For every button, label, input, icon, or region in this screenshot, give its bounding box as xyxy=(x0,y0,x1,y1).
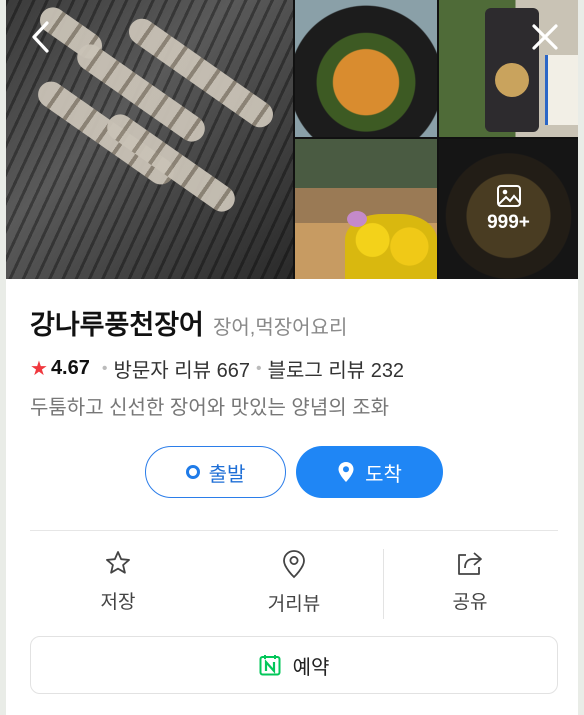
review-stats: ★ 4.67 • 방문자 리뷰 667 • 블로그 리뷰 232 xyxy=(30,354,404,383)
share-icon xyxy=(458,552,482,575)
back-button[interactable] xyxy=(24,20,58,54)
share-label: 공유 xyxy=(452,592,488,613)
visitor-reviews-link[interactable]: 방문자 리뷰 667 xyxy=(113,354,249,383)
route-arrive-label: 도착 xyxy=(365,463,402,486)
place-card: 999+ 강나루풍천장어 장어,먹장어요리 ★ 4.67 • 방문자 리뷰 66… xyxy=(6,0,578,715)
photo-thumb-3[interactable] xyxy=(295,139,437,279)
street-view-label: 거리뷰 xyxy=(267,594,321,615)
reserve-label: 예약 xyxy=(292,656,330,679)
image-icon xyxy=(496,185,521,207)
chevron-left-icon xyxy=(32,21,49,53)
route-start-label: 출발 xyxy=(208,463,246,486)
save-label: 저장 xyxy=(100,592,136,613)
sign-detail xyxy=(545,55,578,125)
street-view-button[interactable]: 거리뷰 xyxy=(206,549,382,619)
star-outline-icon xyxy=(106,551,130,574)
naver-calendar-icon xyxy=(259,655,281,676)
start-point-icon xyxy=(185,465,200,479)
flowers-detail xyxy=(347,211,367,227)
blog-reviews-link[interactable]: 블로그 리뷰 232 xyxy=(268,354,404,383)
divider xyxy=(30,530,558,531)
share-button[interactable]: 공유 xyxy=(382,549,558,619)
title-row: 강나루풍천장어 장어,먹장어요리 xyxy=(30,303,347,342)
photo-thumb-more[interactable]: 999+ xyxy=(439,139,578,279)
route-start-button[interactable]: 출발 xyxy=(145,446,286,498)
place-name: 강나루풍천장어 xyxy=(30,310,204,340)
more-photos-count: 999+ xyxy=(487,212,530,233)
star-rating-icon: ★ xyxy=(30,358,48,380)
location-pin-icon xyxy=(283,550,305,579)
close-button[interactable] xyxy=(528,20,562,54)
reserve-button[interactable]: 예약 xyxy=(30,636,558,694)
place-category: 장어,먹장어요리 xyxy=(212,317,348,339)
location-pin-icon xyxy=(338,462,354,482)
close-icon xyxy=(532,24,558,50)
separator-dot: • xyxy=(255,359,262,377)
route-arrive-button[interactable]: 도착 xyxy=(296,446,443,498)
rating-value: 4.67 xyxy=(50,357,90,379)
action-bar: 저장 거리뷰 공유 xyxy=(30,549,558,619)
photo-gallery[interactable]: 999+ xyxy=(6,0,578,279)
save-button[interactable]: 저장 xyxy=(30,549,206,619)
separator-dot: • xyxy=(101,359,108,377)
place-description: 두툼하고 신선한 장어와 맛있는 양념의 조화 xyxy=(30,397,389,419)
photo-thumb-1[interactable] xyxy=(295,0,437,137)
more-photos-overlay[interactable]: 999+ xyxy=(439,139,578,279)
